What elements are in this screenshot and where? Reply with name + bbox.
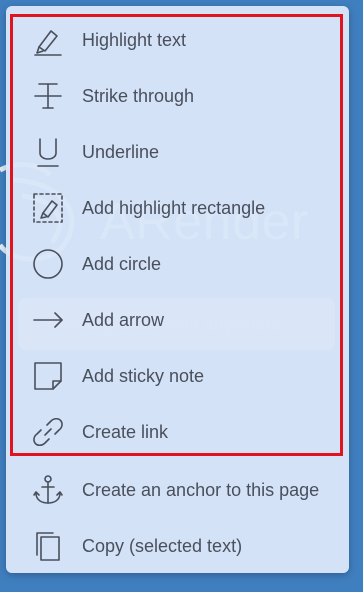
menu-item-add-arrow[interactable]: Add arrow bbox=[6, 292, 349, 348]
menu-item-underline[interactable]: Underline bbox=[6, 124, 349, 180]
menu-item-label: Strike through bbox=[82, 85, 195, 106]
anchor-icon bbox=[28, 470, 68, 510]
menu-item-label: Copy (selected text) bbox=[82, 535, 243, 556]
menu-item-label: Create an anchor to this page bbox=[82, 479, 320, 500]
menu-item-create-anchor[interactable]: Create an anchor to this page bbox=[6, 462, 349, 518]
menu-item-label: Add highlight rectangle bbox=[82, 197, 266, 218]
menu-item-label: Add arrow bbox=[82, 309, 165, 330]
menu-item-add-circle[interactable]: Add circle bbox=[6, 236, 349, 292]
circle-icon bbox=[28, 244, 68, 284]
menu-item-label: Create link bbox=[82, 421, 169, 442]
menu-item-create-link[interactable]: Create link bbox=[6, 404, 349, 460]
link-icon bbox=[28, 412, 68, 452]
menu-item-add-sticky-note[interactable]: Add sticky note bbox=[6, 348, 349, 404]
menu-item-label: Add circle bbox=[82, 253, 162, 274]
menu-item-label: Add sticky note bbox=[82, 365, 205, 386]
menu-item-highlight-text[interactable]: Highlight text bbox=[6, 12, 349, 68]
underline-icon bbox=[28, 132, 68, 172]
sticky-note-icon bbox=[28, 356, 68, 396]
menu-item-copy[interactable]: Copy (selected text) bbox=[6, 518, 349, 574]
menu-item-strike-through[interactable]: Strike through bbox=[6, 68, 349, 124]
copy-icon bbox=[28, 526, 68, 566]
strikethrough-icon bbox=[28, 76, 68, 116]
arrow-right-icon bbox=[28, 300, 68, 340]
menu-item-label: Underline bbox=[82, 141, 160, 162]
highlight-rectangle-icon bbox=[28, 188, 68, 228]
menu-item-add-highlight-rectangle[interactable]: Add highlight rectangle bbox=[6, 180, 349, 236]
menu-item-label: Highlight text bbox=[82, 29, 187, 50]
highlighter-icon bbox=[28, 20, 68, 60]
